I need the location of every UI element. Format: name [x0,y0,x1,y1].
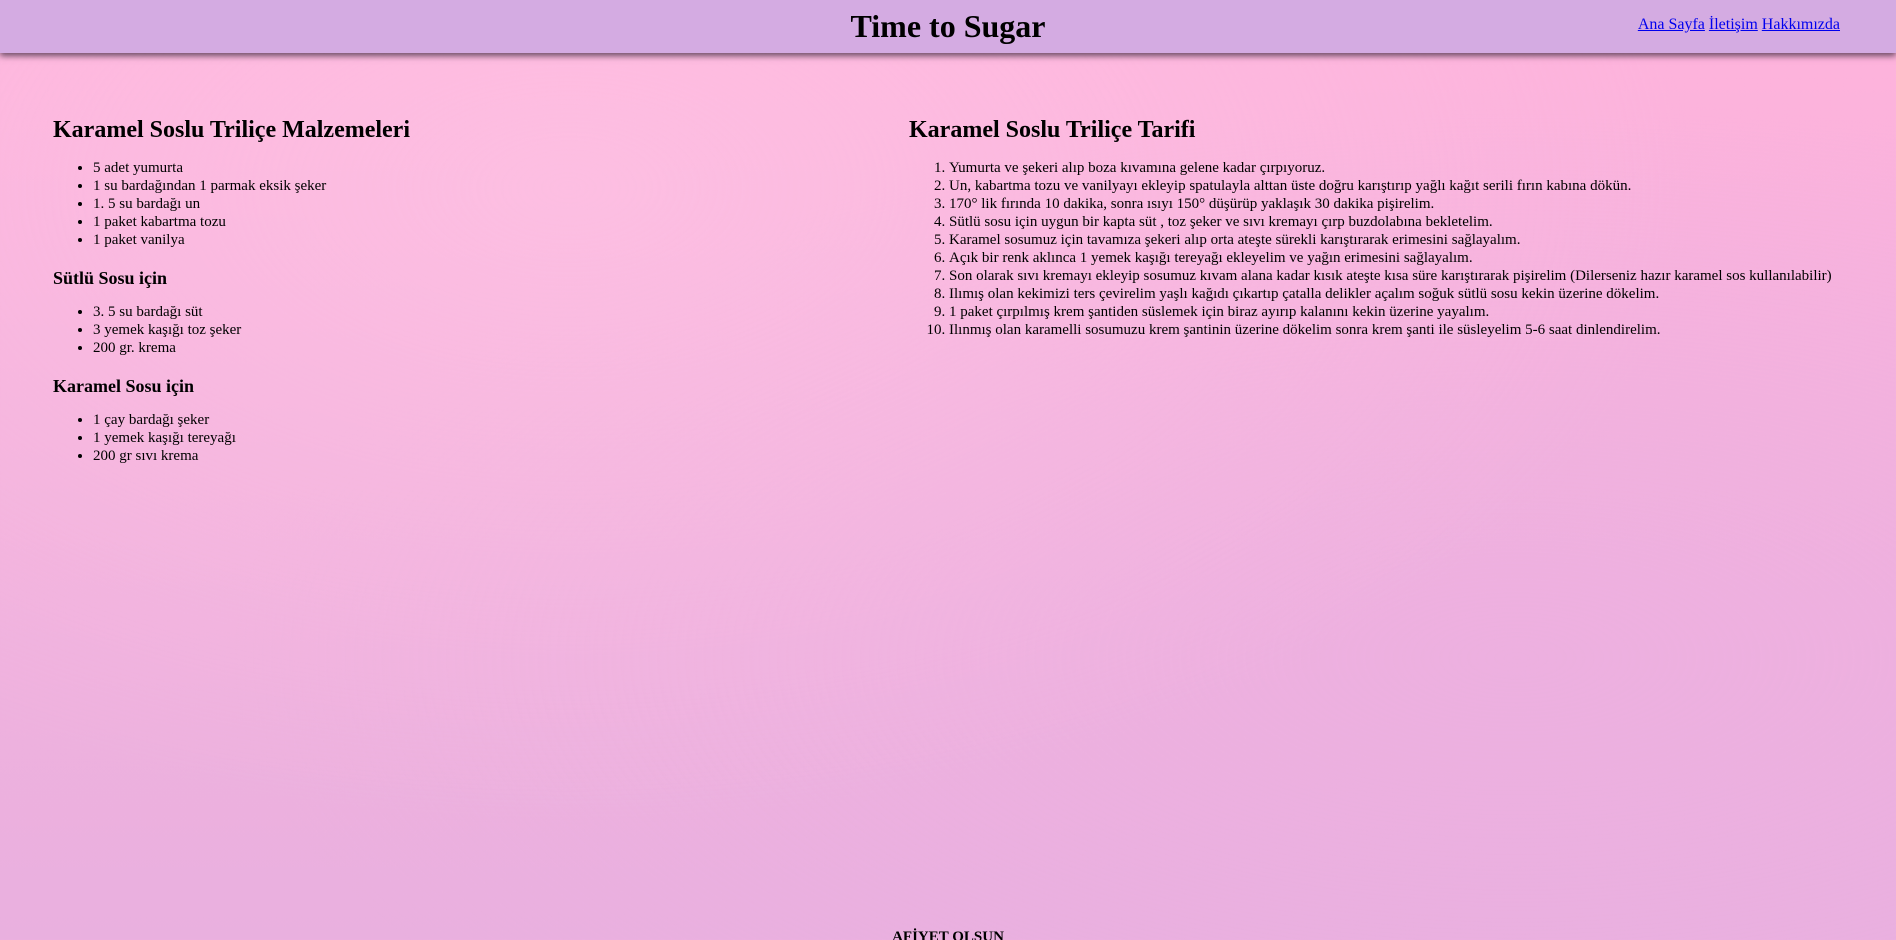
recipe-step: Yumurta ve şekeri alıp boza kıvamına gel… [949,159,1889,177]
nav-link-about[interactable]: Hakkımızda [1762,16,1840,33]
recipe-section: Karamel Soslu Triliçe Tarifi Yumurta ve … [909,100,1889,339]
recipe-title: Karamel Soslu Triliçe Tarifi [909,117,1196,143]
list-item: 1 paket vanilya [93,231,853,249]
recipe-step: Karamel sosumuz için tavamıza şekeri alı… [949,231,1889,249]
recipe-step: Son olarak sıvı kremayı ekleyip sosumuz … [949,267,1889,285]
recipe-step: 1 paket çırpılmış krem şantiden süslemek… [949,303,1889,321]
milk-sauce-list: 3. 5 su bardağı süt 3 yemek kaşığı toz ş… [53,303,853,357]
recipe-step: Sütlü sosu için uygun bir kapta süt , to… [949,213,1889,231]
recipe-step: Ilınmış olan karamelli sosumuzu krem şan… [949,321,1889,339]
recipe-step: Ilımış olan kekimizi ters çevirelim yaşl… [949,285,1889,303]
top-nav: Ana Sayfa İletişim Hakkımızda [1638,16,1840,34]
list-item: 3 yemek kaşığı toz şeker [93,321,853,339]
list-item: 1 paket kabartma tozu [93,213,853,231]
recipe-steps-list: Yumurta ve şekeri alıp boza kıvamına gel… [909,159,1889,339]
milk-sauce-title: Sütlü Sosu için [53,268,168,288]
list-item: 3. 5 su bardağı süt [93,303,853,321]
site-header: Time to Sugar Ana Sayfa İletişim Hakkımı… [0,0,1896,53]
caramel-sauce-list: 1 çay bardağı şeker 1 yemek kaşığı terey… [53,411,853,465]
list-item: 1. 5 su bardağı un [93,195,853,213]
recipe-step: 170° lik fırında 10 dakika, sonra ısıyı … [949,195,1889,213]
recipe-step: Açık bir renk aklınca 1 yemek kaşığı ter… [949,249,1889,267]
list-item: 1 çay bardağı şeker [93,411,853,429]
nav-link-contact[interactable]: İletişim [1709,16,1758,33]
ingredients-section: Karamel Soslu Triliçe Malzemeleri 5 adet… [53,100,853,465]
footer-text: AFİYET OLSUN [892,929,1004,940]
list-item: 5 adet yumurta [93,159,853,177]
list-item: 1 yemek kaşığı tereyağı [93,429,853,447]
main-ingredients-list: 5 adet yumurta 1 su bardağından 1 parmak… [53,159,853,249]
list-item: 200 gr. krema [93,339,853,357]
ingredients-title: Karamel Soslu Triliçe Malzemeleri [53,117,410,143]
site-title: Time to Sugar [850,8,1046,44]
caramel-sauce-title: Karamel Sosu için [53,376,195,396]
list-item: 200 gr sıvı krema [93,447,853,465]
recipe-step: Un, kabartma tozu ve vanilyayı ekleyip s… [949,177,1889,195]
list-item: 1 su bardağından 1 parmak eksik şeker [93,177,853,195]
nav-link-home[interactable]: Ana Sayfa [1638,16,1705,33]
